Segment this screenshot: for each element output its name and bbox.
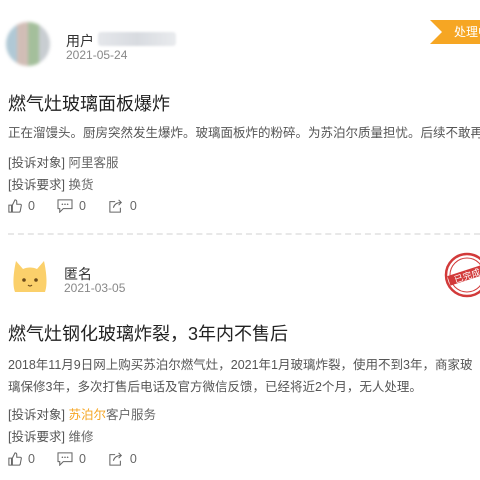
target-label: [投诉对象] bbox=[8, 408, 65, 422]
share-button[interactable]: 0 bbox=[108, 452, 137, 466]
target-value: 客户服务 bbox=[105, 408, 156, 422]
thumbs-up-icon bbox=[8, 452, 22, 466]
like-button[interactable]: 0 bbox=[8, 452, 35, 466]
status-badge: 处理中 bbox=[430, 20, 480, 44]
complaint-title[interactable]: 燃气灶钢化玻璃炸裂，3年内不售后 bbox=[8, 320, 288, 346]
comment-icon bbox=[57, 199, 73, 213]
complaint-title[interactable]: 燃气灶玻璃面板爆炸 bbox=[8, 90, 170, 116]
like-count: 0 bbox=[28, 452, 35, 466]
share-icon bbox=[109, 199, 122, 213]
anonymous-cat-avatar bbox=[8, 255, 52, 299]
complaint-content: 2018年11月9日网上购买苏泊尔燃气灶，2021年1月玻璃炸裂，使用不到3年，… bbox=[8, 358, 473, 394]
target-brand-link[interactable]: 苏泊尔 bbox=[68, 408, 106, 422]
thumbs-up-icon bbox=[8, 199, 22, 213]
comment-icon bbox=[57, 452, 73, 466]
complaint-target: [投诉对象] 阿里客服 bbox=[8, 152, 118, 171]
request-value: 维修 bbox=[68, 430, 94, 444]
completed-seal-icon: 已完成 bbox=[444, 252, 480, 298]
target-value[interactable]: 阿里客服 bbox=[68, 156, 118, 170]
comment-button[interactable]: 0 bbox=[57, 452, 86, 466]
complaint-target: [投诉对象] 苏泊尔客户服务 bbox=[8, 404, 156, 423]
complaint-card-1[interactable]: 用户 2021-05-24 处理中 燃气灶玻璃面板爆炸 正在溜馒头。厨房突然发生… bbox=[0, 0, 480, 228]
user-avatar[interactable] bbox=[6, 22, 50, 66]
complaint-request: [投诉要求] 换货 bbox=[8, 174, 93, 193]
complaint-request: [投诉要求] 维修 bbox=[8, 426, 93, 445]
seal-text: 已完成 bbox=[453, 266, 480, 286]
comment-count: 0 bbox=[78, 452, 86, 466]
post-date: 2021-05-24 bbox=[66, 48, 128, 62]
request-label: [投诉要求] bbox=[8, 430, 65, 444]
share-count: 0 bbox=[129, 199, 137, 213]
target-label: [投诉对象] bbox=[8, 156, 65, 170]
request-value: 换货 bbox=[68, 178, 94, 192]
action-bar: 0 0 0 bbox=[8, 452, 137, 466]
share-count: 0 bbox=[129, 452, 137, 466]
card-divider bbox=[8, 233, 480, 235]
complaint-content: 正在溜馒头。厨房突然发生爆炸。玻璃面板炸的粉碎。为苏泊尔质量担忧。后续不敢再用玻… bbox=[8, 126, 480, 140]
request-label: [投诉要求] bbox=[8, 178, 65, 192]
comment-count: 0 bbox=[78, 199, 86, 213]
share-button[interactable]: 0 bbox=[108, 199, 137, 213]
share-icon bbox=[109, 452, 122, 466]
like-button[interactable]: 0 bbox=[8, 199, 35, 213]
action-bar: 0 0 0 bbox=[8, 199, 137, 213]
post-date: 2021-03-05 bbox=[64, 281, 126, 295]
like-count: 0 bbox=[28, 199, 35, 213]
username-mask bbox=[98, 32, 176, 46]
comment-button[interactable]: 0 bbox=[57, 199, 86, 213]
